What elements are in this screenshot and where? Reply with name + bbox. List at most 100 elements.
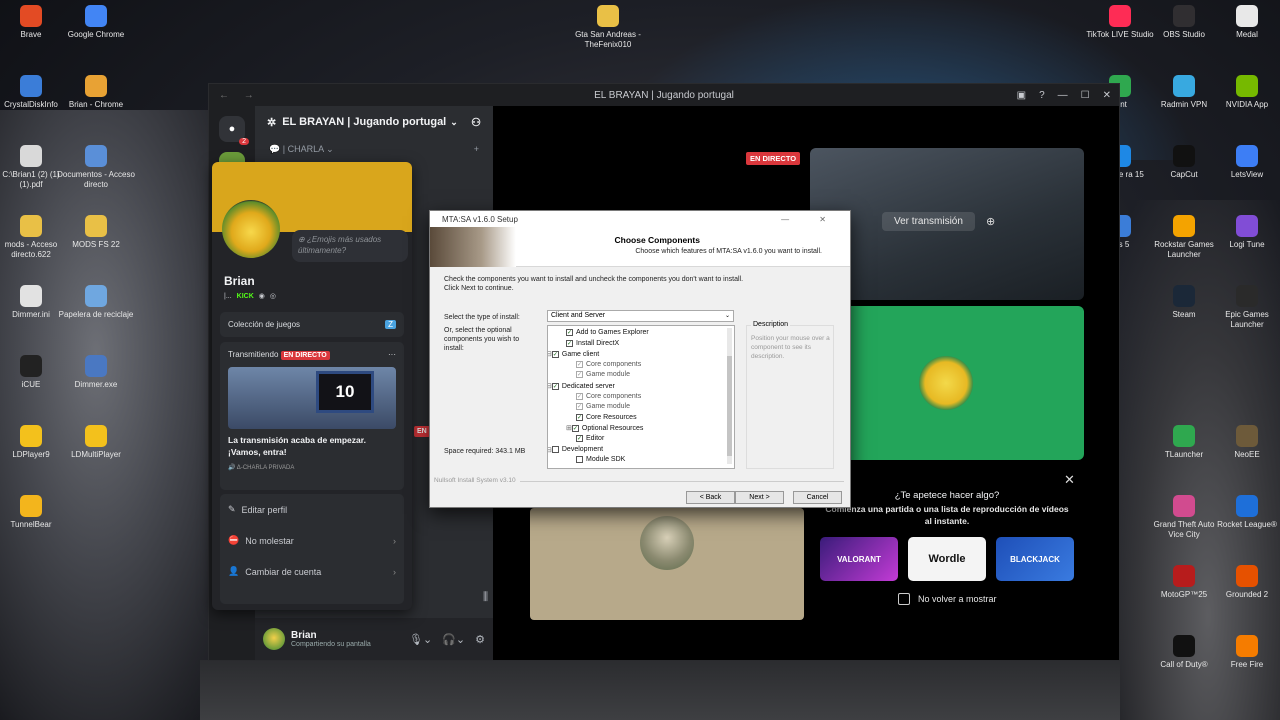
component-item[interactable]: ✓ Install DirectX — [566, 339, 619, 347]
microphone-icon[interactable]: 🎙⌄ — [409, 633, 432, 646]
desktop-shortcut[interactable]: Rocket League® — [1208, 495, 1280, 530]
desktop-shortcut[interactable]: TunnelBear — [0, 495, 70, 530]
component-item[interactable]: ✓ Core components — [576, 392, 641, 400]
chevron-down-icon: ⌄ — [450, 116, 458, 127]
zoom-icon[interactable]: ⊕ — [986, 215, 995, 228]
server-header[interactable]: ✲ EL BRAYAN | Jugando portugal ⌄ ⚇ — [255, 106, 493, 138]
avatar[interactable] — [222, 200, 280, 258]
checkbox[interactable]: ✓ — [576, 392, 583, 400]
desktop-shortcut[interactable]: Free Fire — [1208, 635, 1280, 670]
waveform-icon[interactable]: ⫼ — [483, 591, 488, 604]
space-required: Space required: 343.1 MB — [444, 448, 526, 455]
component-item[interactable]: ✓ Add to Games Explorer — [566, 329, 649, 336]
profile-menu: ✎ Editar perfil ⛔ No molestar › 👤 Cambia… — [220, 494, 404, 604]
component-label: Editor — [586, 435, 605, 442]
inbox-icon[interactable]: ▣ — [1017, 90, 1026, 101]
desktop-shortcut[interactable]: NVIDIA App — [1208, 75, 1280, 110]
install-type-select[interactable]: Client and Server ⌄ — [547, 310, 734, 322]
avatar — [640, 516, 694, 570]
component-label: Add to Games Explorer — [576, 329, 649, 336]
dont-show-again[interactable]: No volver a mostrar — [898, 593, 997, 605]
minimize-button[interactable]: — — [1058, 90, 1068, 101]
component-label: Development — [561, 446, 604, 454]
desktop-shortcut[interactable]: Medal — [1208, 5, 1280, 40]
component-item[interactable]: ✓ Core components — [576, 360, 641, 368]
component-item[interactable]: Module SDK — [576, 456, 626, 464]
checkbox[interactable] — [898, 593, 910, 605]
optional-label: Or, select the optional components you w… — [444, 327, 520, 352]
desktop-shortcut[interactable]: Google Chrome — [57, 5, 135, 40]
add-channel-icon[interactable]: + — [474, 144, 479, 155]
add-friend-icon[interactable]: ⚇ — [471, 116, 481, 129]
game-card-wordle[interactable]: Wordle — [908, 537, 986, 581]
component-item[interactable]: ✓ Core Resources — [576, 413, 637, 421]
installer-heading: Choose Components — [614, 235, 700, 245]
desktop-shortcut[interactable]: LDMultiPlayer — [57, 425, 135, 460]
watch-stream-button[interactable]: Ver transmisión — [882, 212, 975, 231]
component-item[interactable]: ⊟ ✓Dedicated server — [548, 382, 615, 390]
headphones-icon[interactable]: 🎧⌄ — [442, 633, 465, 646]
more-icon[interactable]: ··· — [388, 350, 396, 359]
checkbox[interactable] — [576, 456, 583, 464]
scrollbar-thumb[interactable] — [727, 356, 732, 456]
desktop-shortcut[interactable]: Gta San Andreas - TheFenix010 — [569, 5, 647, 50]
emoji-status-bubble[interactable]: ⊕ ¿Emojis más usados últimamente? — [292, 230, 408, 262]
game-card-blackjack[interactable]: BLACKJACK — [996, 537, 1074, 581]
desktop-shortcut[interactable]: LetsView — [1208, 145, 1280, 180]
checkbox[interactable]: ✓ — [566, 329, 573, 336]
component-item[interactable]: ✓ Game module — [576, 403, 630, 411]
desktop-shortcut[interactable]: Papelera de reciclaje — [57, 285, 135, 320]
close-button[interactable]: ✕ — [1103, 90, 1111, 101]
component-item[interactable]: ⊟ Development — [548, 446, 604, 454]
shortcut-label: Logi Tune — [1229, 240, 1265, 249]
checkbox[interactable]: ✓ — [551, 382, 559, 390]
avatar[interactable] — [263, 628, 285, 650]
installer-window-controls[interactable]: — ✕ — [781, 215, 840, 224]
component-item[interactable]: ✓ Editor — [576, 435, 604, 442]
speech-icon: 💬 — [269, 144, 281, 154]
checkbox[interactable]: ✓ — [566, 339, 573, 347]
do-not-disturb-item[interactable]: ⛔ No molestar › — [220, 525, 404, 556]
games-collection[interactable]: Colección de juegos Z — [220, 312, 404, 337]
desktop-shortcut[interactable]: Documentos - Acceso directo — [57, 145, 135, 190]
component-item[interactable]: ✓ Game module — [576, 371, 630, 379]
components-tree: ✓Add to Games Explorer✓Install DirectX⊟ … — [547, 325, 735, 469]
checkbox-label: No volver a mostrar — [918, 594, 997, 604]
gear-icon[interactable]: ⚙ — [475, 633, 485, 646]
checkbox[interactable]: ✓ — [576, 360, 583, 368]
component-item[interactable]: ⊟ ✓Game client — [548, 350, 599, 358]
desktop-shortcut[interactable]: MODS FS 22 — [57, 215, 135, 250]
add-status-icon: ⊕ — [298, 235, 307, 244]
discord-home-icon[interactable]: ● 2 — [219, 116, 249, 145]
desktop-shortcut[interactable]: Epic Games Launcher — [1208, 285, 1280, 330]
desktop-shortcut[interactable]: Logi Tune — [1208, 215, 1280, 250]
nsis-label: Nullsoft Install System v3.10 — [434, 477, 516, 484]
desktop-shortcut[interactable]: Grounded 2 — [1208, 565, 1280, 600]
checkbox[interactable]: ✓ — [576, 403, 583, 411]
voice-channel-line: 🔊 Δ-CHARLA PRIVADA — [228, 465, 295, 471]
checkbox[interactable]: ✓ — [576, 435, 583, 442]
next-button[interactable]: Next > — [735, 491, 784, 504]
help-icon[interactable]: ? — [1039, 90, 1045, 101]
channel-item[interactable]: 💬 | CHARLA ⌄ + — [255, 138, 493, 161]
component-label: Module SDK — [586, 456, 626, 464]
pencil-icon: ✎ — [228, 504, 236, 514]
component-item[interactable]: ⊞ ✓ Optional Resources — [566, 424, 643, 432]
switch-account-item[interactable]: 👤 Cambiar de cuenta › — [220, 556, 404, 587]
close-icon[interactable]: ✕ — [1064, 472, 1075, 488]
edit-profile-item[interactable]: ✎ Editar perfil — [220, 494, 404, 525]
checkbox[interactable]: ✓ — [571, 424, 579, 432]
maximize-button[interactable]: ☐ — [1081, 90, 1090, 101]
checkbox[interactable]: ✓ — [576, 371, 583, 379]
checkbox[interactable]: ✓ — [576, 413, 583, 421]
cancel-button[interactable]: Cancel — [793, 491, 842, 504]
checkbox[interactable] — [551, 446, 559, 454]
desktop-shortcut[interactable]: Brian - Chrome — [57, 75, 135, 110]
back-button[interactable]: < Back — [686, 491, 735, 504]
game-card-valorant[interactable]: VALORANT — [820, 537, 898, 581]
stream-thumbnail[interactable]: 10 — [228, 367, 396, 429]
desktop-shortcut[interactable]: Dimmer.exe — [57, 355, 135, 390]
desktop-shortcut[interactable]: NeoEE — [1208, 425, 1280, 460]
component-label: Game module — [586, 403, 630, 411]
checkbox[interactable]: ✓ — [551, 350, 559, 358]
